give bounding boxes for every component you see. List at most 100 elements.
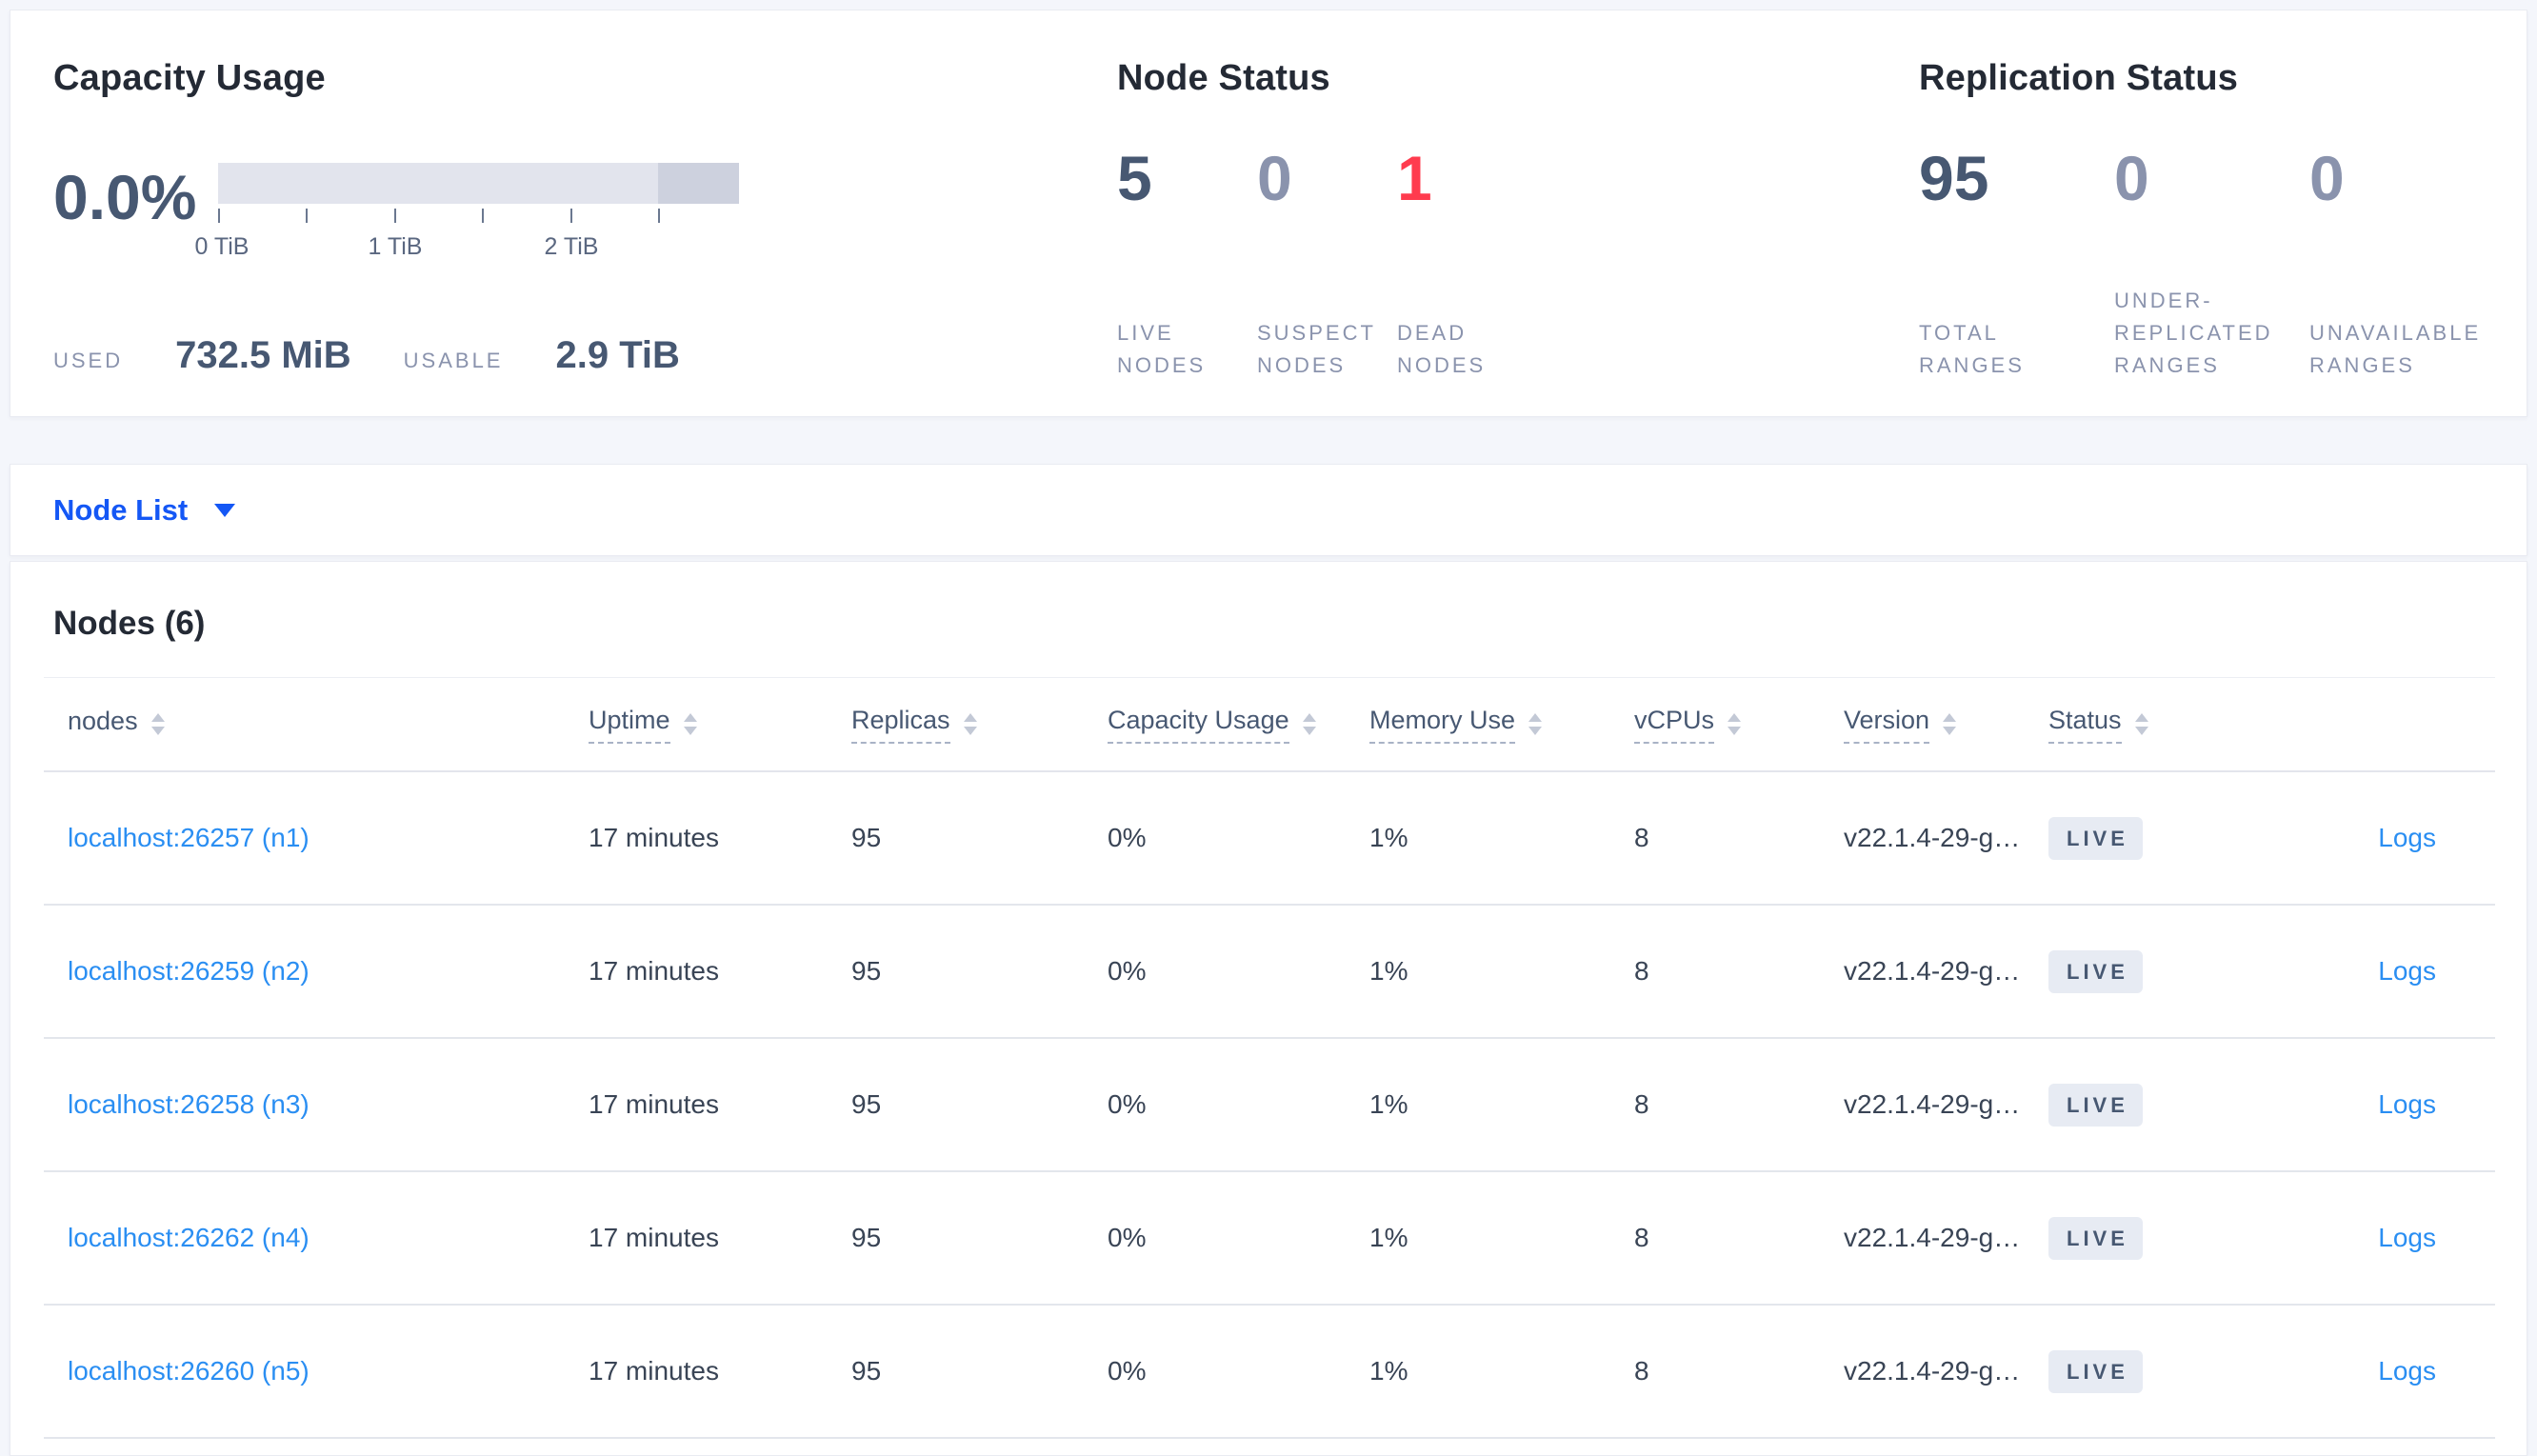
axis-tick xyxy=(658,209,660,223)
memory-use-cell: 1% xyxy=(1369,823,1408,852)
status-badge: LIVE xyxy=(2048,1083,2143,1127)
vcpus-cell: 8 xyxy=(1634,823,1649,852)
uptime-cell: 17 minutes xyxy=(589,823,719,852)
node-list-dropdown[interactable]: Node List xyxy=(53,492,236,528)
memory-use-cell: 1% xyxy=(1369,1223,1408,1252)
table-row: localhost:26262 (n4) 17 minutes 95 0% 1%… xyxy=(44,1172,2495,1306)
used-value: 732.5 MiB xyxy=(175,334,351,376)
logs-link[interactable]: Logs xyxy=(2378,1223,2436,1252)
under-replicated-ranges-label: UNDER-REPLICATED RANGES xyxy=(2114,288,2273,377)
logs-link[interactable]: Logs xyxy=(2378,1089,2436,1119)
column-header-label: Version xyxy=(1844,706,1930,744)
suspect-nodes-stat: 0 SUSPECT NODES xyxy=(1257,144,1397,382)
node-link[interactable]: localhost:26259 (n2) xyxy=(68,956,310,986)
node-link[interactable]: localhost:26257 (n1) xyxy=(68,823,310,852)
capacity-gauge: 0 TiB 1 TiB 2 TiB xyxy=(195,163,739,262)
axis-label: 2 TiB xyxy=(544,233,599,260)
logs-link[interactable]: Logs xyxy=(2378,956,2436,986)
sort-icon xyxy=(150,713,165,735)
node-status-stats: 5 LIVE NODES 0 SUSPECT NODES 1 DEAD NODE… xyxy=(1117,144,1537,382)
status-badge: LIVE xyxy=(2048,816,2143,860)
version-cell: v22.1.4-29-g… xyxy=(1844,1223,2021,1252)
replicas-cell: 95 xyxy=(851,956,882,986)
version-cell: v22.1.4-29-g… xyxy=(1844,956,2021,986)
live-nodes-stat: 5 LIVE NODES xyxy=(1117,144,1257,382)
column-header-label: Status xyxy=(2048,706,2122,744)
under-replicated-ranges-stat: 0 UNDER-REPLICATED RANGES xyxy=(2114,144,2309,382)
sort-icon xyxy=(963,713,977,735)
memory-use-cell: 1% xyxy=(1369,956,1408,986)
status-badge: LIVE xyxy=(2048,1349,2143,1393)
memory-use-cell: 1% xyxy=(1369,1356,1408,1386)
capacity-used-usable: USED 732.5 MiB USABLE 2.9 TiB xyxy=(53,334,720,377)
dead-nodes-label: DEAD NODES xyxy=(1397,320,1487,377)
axis-label: 1 TiB xyxy=(368,233,423,260)
usable-label: USABLE xyxy=(403,349,504,372)
replicas-cell: 95 xyxy=(851,823,882,852)
nodes-table: nodes Uptime Replicas Capacity Usage Mem… xyxy=(44,677,2495,1439)
axis-tick xyxy=(394,209,396,223)
unavailable-ranges-label: UNAVAILABLE RANGES xyxy=(2309,320,2482,377)
column-header-capacity-usage[interactable]: Capacity Usage xyxy=(1108,706,1369,744)
column-header-label: vCPUs xyxy=(1634,706,1715,744)
status-badge: LIVE xyxy=(2048,1216,2143,1260)
sort-icon xyxy=(1943,713,1957,735)
column-header-label: Replicas xyxy=(851,706,950,744)
node-status-title: Node Status xyxy=(1117,58,1330,98)
live-nodes-value: 5 xyxy=(1117,143,1152,213)
vcpus-cell: 8 xyxy=(1634,1089,1649,1119)
sort-icon xyxy=(1302,713,1316,735)
logs-link[interactable]: Logs xyxy=(2378,823,2436,852)
capacity-usage-cell: 0% xyxy=(1108,1089,1147,1119)
nodes-section-title: Nodes (6) xyxy=(53,605,206,642)
column-header-memory-use[interactable]: Memory Use xyxy=(1369,706,1634,744)
replicas-cell: 95 xyxy=(851,1089,882,1119)
dead-nodes-value: 1 xyxy=(1397,143,1432,213)
node-link[interactable]: localhost:26258 (n3) xyxy=(68,1089,310,1119)
suspect-nodes-value: 0 xyxy=(1257,143,1292,213)
table-row: localhost:26257 (n1) 17 minutes 95 0% 1%… xyxy=(44,772,2495,906)
sort-icon xyxy=(1528,713,1543,735)
replication-status-stats: 95 TOTAL RANGES 0 UNDER-REPLICATED RANGE… xyxy=(1919,144,2505,382)
unavailable-ranges-value: 0 xyxy=(2309,143,2345,213)
total-ranges-stat: 95 TOTAL RANGES xyxy=(1919,144,2114,382)
node-link[interactable]: localhost:26260 (n5) xyxy=(68,1356,310,1386)
usable-value: 2.9 TiB xyxy=(555,334,680,376)
sort-icon xyxy=(2134,713,2148,735)
logs-link[interactable]: Logs xyxy=(2378,1356,2436,1386)
column-header-label: nodes xyxy=(68,706,138,735)
table-row: localhost:26259 (n2) 17 minutes 95 0% 1%… xyxy=(44,906,2495,1039)
capacity-usage-section: Capacity Usage 0.0% 0 TiB 1 TiB 2 TiB US… xyxy=(53,10,1082,418)
capacity-axis-ticks xyxy=(218,209,739,228)
replicas-cell: 95 xyxy=(851,1223,882,1252)
live-nodes-label: LIVE NODES xyxy=(1117,320,1207,377)
axis-tick xyxy=(306,209,308,223)
vcpus-cell: 8 xyxy=(1634,1223,1649,1252)
vcpus-cell: 8 xyxy=(1634,1356,1649,1386)
nodes-table-card: Nodes (6) nodes Uptime Replicas Capacity… xyxy=(10,561,2527,1456)
node-status-section: Node Status 5 LIVE NODES 0 SUSPECT NODES… xyxy=(1117,10,1879,418)
version-cell: v22.1.4-29-g… xyxy=(1844,823,2021,852)
cluster-overview-page: { "colors": { "page_bg": "#f4f6fb", "acc… xyxy=(0,0,2537,1456)
capacity-usage-cell: 0% xyxy=(1108,1356,1147,1386)
capacity-bar-reserved-segment xyxy=(658,163,739,204)
table-row: localhost:26260 (n5) 17 minutes 95 0% 1%… xyxy=(44,1306,2495,1439)
node-link[interactable]: localhost:26262 (n4) xyxy=(68,1223,310,1252)
sort-icon xyxy=(1728,713,1742,735)
table-header-row: nodes Uptime Replicas Capacity Usage Mem… xyxy=(44,677,2495,772)
version-cell: v22.1.4-29-g… xyxy=(1844,1356,2021,1386)
column-header-nodes[interactable]: nodes xyxy=(68,707,589,743)
column-header-label: Uptime xyxy=(589,706,670,744)
under-replicated-ranges-value: 0 xyxy=(2114,143,2149,213)
column-header-status[interactable]: Status xyxy=(2048,706,2287,744)
column-header-vcpus[interactable]: vCPUs xyxy=(1634,706,1844,744)
node-list-dropdown-label: Node List xyxy=(53,492,189,527)
column-header-uptime[interactable]: Uptime xyxy=(589,706,851,744)
caret-down-icon xyxy=(214,503,236,517)
column-header-version[interactable]: Version xyxy=(1844,706,2048,744)
total-ranges-label: TOTAL RANGES xyxy=(1919,320,2025,377)
capacity-usage-cell: 0% xyxy=(1108,956,1147,986)
replication-status-title: Replication Status xyxy=(1919,58,2239,98)
column-header-replicas[interactable]: Replicas xyxy=(851,706,1108,744)
used-label: USED xyxy=(53,349,124,372)
